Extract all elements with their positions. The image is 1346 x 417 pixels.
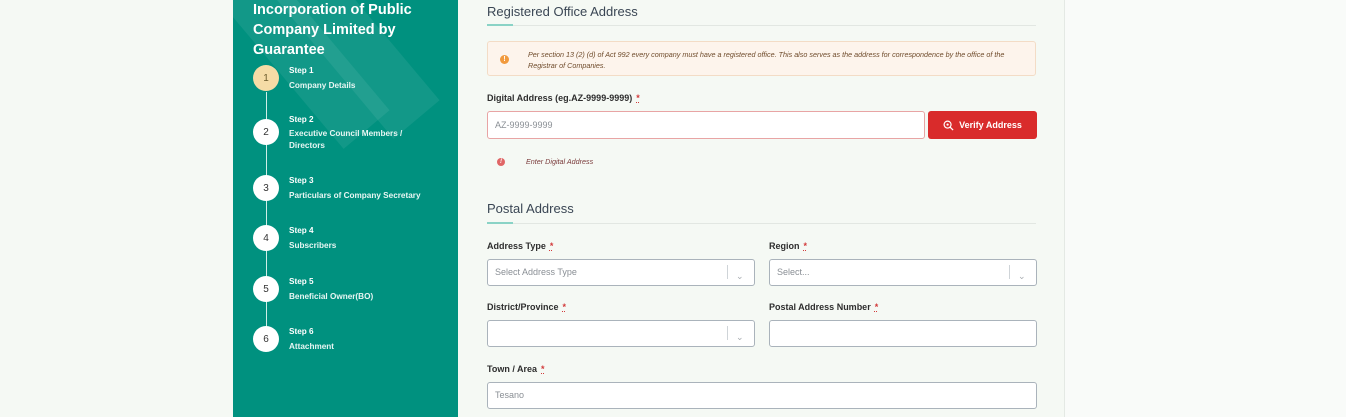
chevron-down-icon: ⌄ xyxy=(1018,271,1026,281)
step-name: Beneficial Owner(BO) xyxy=(289,291,374,301)
step-item-company-secretary[interactable]: 3 Step 3 Particulars of Company Secretar… xyxy=(253,175,453,205)
step-item-subscribers[interactable]: 4 Step 4 Subscribers xyxy=(253,225,453,255)
required-mark: * xyxy=(874,302,879,312)
step-name: Executive Council Members / Directors xyxy=(289,128,403,151)
sidebar-title: Incorporation of Public Company Limited … xyxy=(253,2,412,58)
step-number: 2 xyxy=(253,119,279,145)
step-name: Particulars of Company Secretary xyxy=(289,190,421,200)
step-label: Step 5 xyxy=(289,277,314,286)
notice-text: Per section 13 (2) (d) of Act 992 every … xyxy=(528,50,1005,70)
digital-address-label: Digital Address (eg.AZ-9999-9999) * xyxy=(487,93,640,103)
section-divider xyxy=(487,25,1036,26)
section-accent xyxy=(487,24,513,26)
step-number: 1 xyxy=(253,65,279,91)
town-input[interactable]: Tesano xyxy=(487,382,1037,409)
required-mark: * xyxy=(562,302,567,312)
section-title-registered-office: Registered Office Address xyxy=(487,4,638,19)
label-text: Digital Address (eg.AZ-9999-9999) xyxy=(487,93,633,103)
select-separator xyxy=(727,326,728,340)
section-accent xyxy=(487,222,513,224)
address-type-select[interactable]: Select Address Type ⌄ xyxy=(487,259,755,286)
postal-number-label: Postal Address Number * xyxy=(769,302,878,312)
step-label: Step 4 xyxy=(289,226,314,235)
step-number: 3 xyxy=(253,175,279,201)
steps-sidebar: Incorporation of Public Company Limited … xyxy=(233,0,458,417)
warning-icon: ! xyxy=(500,55,509,64)
right-blank-area xyxy=(1065,0,1346,417)
error-icon: ! xyxy=(497,158,505,166)
section-divider xyxy=(487,223,1036,224)
select-separator xyxy=(727,265,728,279)
digital-address-input[interactable]: AZ-9999-9999 xyxy=(487,111,925,139)
step-item-beneficial-owner[interactable]: 5 Step 5 Beneficial Owner(BO) xyxy=(253,276,453,306)
step-label: Step 1 xyxy=(289,66,314,75)
error-text: Enter Digital Address xyxy=(526,157,594,166)
step-number: 6 xyxy=(253,326,279,352)
region-select[interactable]: Select... ⌄ xyxy=(769,259,1037,286)
select-placeholder: Select... xyxy=(777,267,810,277)
select-placeholder: Select Address Type xyxy=(495,267,577,277)
town-label: Town / Area * xyxy=(487,364,545,374)
label-text: District/Province xyxy=(487,302,559,312)
label-text: Region xyxy=(769,241,800,251)
district-select[interactable]: ⌄ xyxy=(487,320,755,347)
postal-number-input[interactable] xyxy=(769,320,1037,347)
verify-address-button[interactable]: Verify Address xyxy=(928,111,1037,139)
step-name: Subscribers xyxy=(289,240,337,250)
step-item-company-details[interactable]: 1 Step 1 Company Details xyxy=(253,65,453,95)
district-label: District/Province * xyxy=(487,302,566,312)
verify-label: Verify Address xyxy=(959,120,1022,130)
required-mark: * xyxy=(803,241,808,251)
chevron-down-icon: ⌄ xyxy=(736,271,744,281)
chevron-down-icon: ⌄ xyxy=(736,332,744,342)
select-separator xyxy=(1009,265,1010,279)
required-mark: * xyxy=(636,93,640,103)
step-name: Company Details xyxy=(289,80,356,90)
step-number: 5 xyxy=(253,276,279,302)
step-label: Step 3 xyxy=(289,176,314,185)
required-mark: * xyxy=(541,364,545,374)
step-name: Attachment xyxy=(289,341,335,351)
section-title-postal-address: Postal Address xyxy=(487,201,574,216)
step-label: Step 6 xyxy=(289,327,314,336)
step-number: 4 xyxy=(253,225,279,251)
search-verify-icon xyxy=(943,120,954,131)
label-text: Address Type xyxy=(487,241,546,251)
info-notice: ! Per section 13 (2) (d) of Act 992 ever… xyxy=(487,41,1036,76)
step-item-executive-council[interactable]: 2 Step 2 Executive Council Members / Dir… xyxy=(253,114,453,154)
form-main: Registered Office Address ! Per section … xyxy=(458,0,1064,417)
step-label: Step 2 xyxy=(289,115,314,124)
step-item-attachment[interactable]: 6 Step 6 Attachment xyxy=(253,326,453,356)
region-label: Region * xyxy=(769,241,807,251)
address-type-label: Address Type * xyxy=(487,241,553,251)
required-mark: * xyxy=(549,241,554,251)
label-text: Town / Area xyxy=(487,364,538,374)
label-text: Postal Address Number xyxy=(769,302,871,312)
